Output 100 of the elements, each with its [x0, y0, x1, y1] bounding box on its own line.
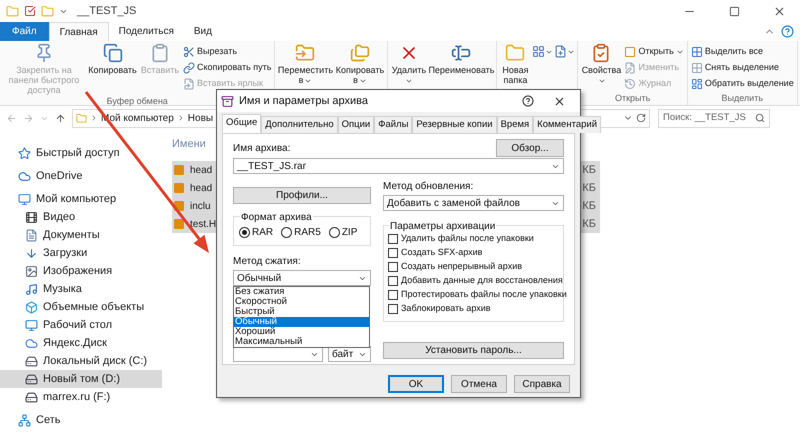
refresh-icon[interactable]	[636, 113, 646, 123]
ribbon-tab[interactable]: Главная	[48, 22, 109, 41]
dropdown-option[interactable]: Обычный	[234, 317, 369, 327]
ribbon-button[interactable]: Скопировать путь	[182, 60, 272, 75]
radio-label: RAR5	[294, 226, 321, 240]
nav-item[interactable]: Изображения	[0, 262, 162, 280]
file-plus-icon	[554, 45, 568, 58]
cloud-icon	[25, 336, 38, 350]
checkbox-label: Добавить данные для восстановления	[401, 274, 563, 288]
checkbox[interactable]	[388, 234, 398, 244]
radio-button[interactable]	[281, 227, 292, 238]
archive-icon	[221, 94, 234, 108]
dialog-tab[interactable]: Общие	[222, 114, 262, 133]
checklist-icon	[591, 43, 612, 63]
radio-button[interactable]	[239, 227, 250, 238]
monitor-icon	[18, 192, 31, 206]
folder-icon	[505, 43, 526, 63]
nav-item[interactable]: Сеть	[0, 411, 162, 429]
ribbon-button[interactable]: Удалить	[390, 43, 428, 85]
ribbon-button[interactable]: Открыть	[623, 44, 685, 59]
set-password-button[interactable]: Установить пароль...	[383, 342, 564, 359]
dropdown-option[interactable]: Скоростной	[234, 297, 369, 307]
ribbon-icon-button[interactable]	[554, 45, 576, 58]
up-icon[interactable]	[55, 112, 66, 124]
dropdown-option[interactable]: Быстрый	[234, 307, 369, 317]
ribbon-button[interactable]: Обратить выделение	[690, 76, 795, 91]
checkbox[interactable]	[388, 248, 398, 258]
field-label: Имя архива:	[233, 142, 290, 156]
checkbox[interactable]	[388, 290, 398, 300]
checkbox-icon[interactable]	[24, 5, 36, 17]
dropdown-option[interactable]: Без сжатия	[234, 287, 369, 297]
drive-icon	[25, 372, 38, 386]
clipboard-icon	[150, 43, 170, 63]
nav-item[interactable]: Новый том (D:)	[0, 370, 162, 388]
help-icon[interactable]	[522, 95, 534, 107]
ribbon-button[interactable]: Переименовать	[428, 43, 494, 75]
archive-name-field[interactable]: __TEST_JS.rar	[233, 158, 564, 174]
nav-item[interactable]: Документы	[0, 226, 162, 244]
dialog-tab[interactable]: Время	[496, 116, 534, 133]
close-icon[interactable]	[553, 94, 566, 108]
nav-item[interactable]: Локальный диск (C:)	[0, 352, 162, 370]
nav-item[interactable]: Яндекс.Диск	[0, 334, 162, 352]
ribbon-button[interactable]: Выделить все	[690, 44, 795, 59]
dropdown-option[interactable]: Максимальный	[234, 337, 369, 347]
nav-item[interactable]: Музыка	[0, 280, 162, 298]
ribbon-group-label: Выделить	[722, 92, 764, 105]
dialog-tab[interactable]: Комментарий	[533, 116, 602, 133]
dialog-button[interactable]: OK	[388, 375, 444, 393]
dialog-tab[interactable]: Резервные копии	[412, 116, 497, 133]
nav-item[interactable]: Мой компьютер	[0, 190, 162, 208]
dialog-title: Имя и параметры архива	[239, 94, 370, 109]
file-size: КБ	[582, 162, 596, 178]
field-label: Метод сжатия:	[233, 255, 302, 269]
compression-select[interactable]: Обычный	[233, 270, 371, 286]
checkbox-label: Удалить файлы после упаковки	[401, 232, 534, 246]
nav-item[interactable]: Рабочий стол	[0, 316, 162, 334]
maximize-icon[interactable]	[729, 6, 740, 16]
dropdown-option[interactable]: Хороший	[234, 327, 369, 337]
dialog-button[interactable]: Отмена	[451, 375, 507, 393]
file-tab[interactable]: Файл	[0, 22, 49, 41]
file-icon	[173, 182, 185, 194]
close-icon[interactable]	[773, 4, 786, 18]
search-field[interactable]: Поиск: __TEST_JS	[658, 108, 770, 128]
nav-item[interactable]: Видео	[0, 208, 162, 226]
checkbox[interactable]	[388, 304, 398, 314]
nav-item[interactable]: marrex.ru (F:)	[0, 388, 162, 406]
ribbon-tab[interactable]: Поделиться	[108, 22, 184, 41]
dialog-tab[interactable]: Файлы	[374, 116, 412, 133]
checkbox[interactable]	[388, 276, 398, 286]
dialog-button[interactable]: Справка	[514, 375, 570, 393]
ribbon-button[interactable]: Снять выделение	[690, 60, 795, 75]
ribbon-icon-button[interactable]	[532, 45, 554, 58]
grid-icon	[690, 62, 703, 74]
ribbon-button[interactable]: Переместить в	[277, 43, 334, 85]
radio-button[interactable]	[328, 227, 340, 238]
ribbon-button[interactable]: Новая папка	[499, 43, 532, 85]
star-icon	[18, 146, 31, 160]
profiles-button[interactable]: Профили...	[233, 187, 371, 204]
nav-item[interactable]: Быстрый доступ	[0, 144, 162, 162]
checkbox[interactable]	[388, 262, 398, 272]
ribbon-tab[interactable]: Вид	[184, 22, 222, 41]
nav-item[interactable]: OneDrive	[0, 167, 162, 185]
nav-item[interactable]: Загрузки	[0, 244, 162, 262]
ribbon-button[interactable]: Копировать	[87, 43, 138, 75]
window-title: __TEST_JS	[77, 4, 138, 19]
nav-item[interactable]: Объемные объекты	[0, 298, 162, 316]
file-size: КБ	[582, 216, 596, 232]
chevron-icon	[90, 114, 98, 122]
ribbon-button[interactable]: Свойства	[580, 43, 622, 85]
dialog-tab[interactable]: Дополнительно	[261, 116, 338, 133]
cloud-icon	[18, 170, 31, 182]
browse-button[interactable]: Обзор...	[496, 139, 564, 157]
update-method-select[interactable]: Добавить с заменой файлов	[383, 195, 564, 211]
ribbon-button[interactable]: Вырезать	[182, 44, 272, 59]
scissors-icon	[183, 46, 195, 58]
dialog-tab[interactable]: Опции	[338, 116, 374, 133]
folders-icon	[350, 43, 370, 63]
ribbon-button[interactable]: Копировать в	[334, 43, 386, 85]
music-note-icon	[25, 282, 38, 296]
breadcrumb-item[interactable]: Новы	[188, 110, 214, 126]
